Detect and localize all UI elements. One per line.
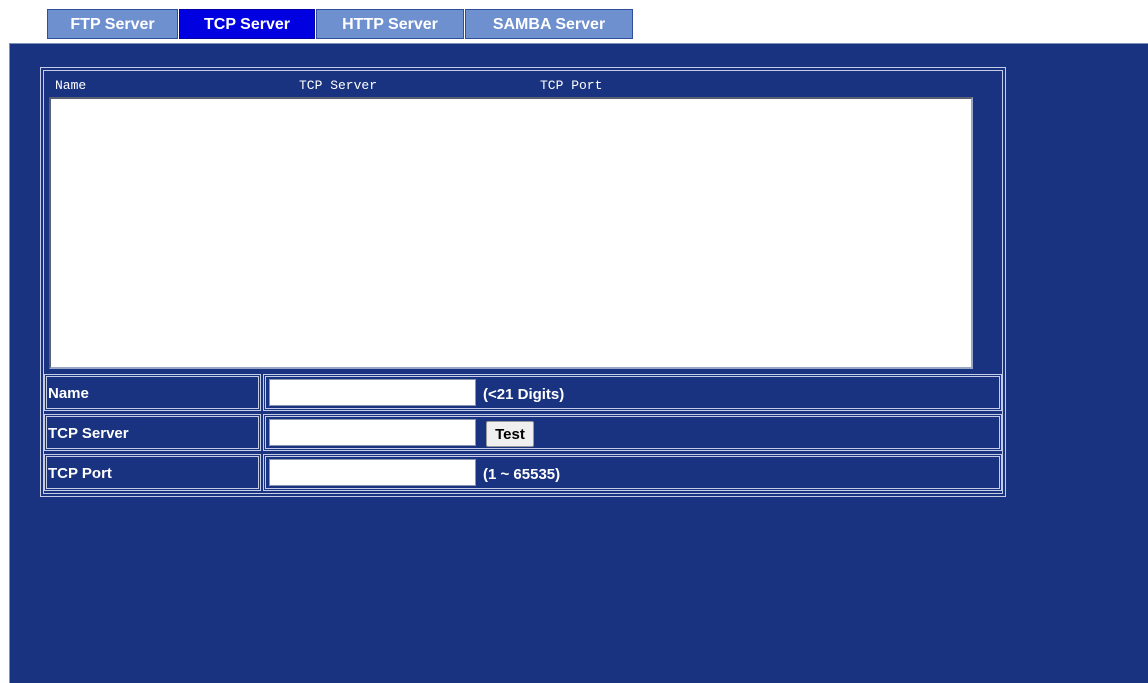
tcp-port-label-cell: TCP Port — [44, 454, 261, 491]
tcp-server-field-cell: Test — [263, 414, 1002, 451]
tab-tcp-server[interactable]: TCP Server — [179, 9, 315, 39]
name-label: Name — [48, 385, 89, 402]
tcp-port-row: TCP Port (1 ~ 65535) — [44, 454, 1002, 491]
name-label-cell: Name — [44, 374, 261, 411]
tab-bar: FTP Server TCP Server HTTP Server SAMBA … — [47, 9, 634, 41]
test-button[interactable]: Test — [486, 421, 534, 447]
tab-ftp-server[interactable]: FTP Server — [47, 9, 178, 39]
name-field-cell: (<21 Digits) — [263, 374, 1002, 411]
tcp-server-label: TCP Server — [48, 425, 129, 442]
tcp-server-row: TCP Server Test — [44, 414, 1002, 451]
tcp-port-field-cell: (1 ~ 65535) — [263, 454, 1002, 491]
tcp-server-input[interactable] — [269, 419, 476, 446]
tcp-port-label: TCP Port — [48, 465, 112, 482]
column-tcp-port-header: TCP Port — [540, 78, 603, 93]
name-input[interactable] — [269, 379, 476, 406]
column-tcp-server-header: TCP Server — [299, 78, 378, 93]
tcp-server-label-cell: TCP Server — [44, 414, 261, 451]
tcp-port-hint: (1 ~ 65535) — [483, 466, 561, 483]
tcp-port-input[interactable] — [269, 459, 476, 486]
tcp-server-list[interactable] — [49, 97, 973, 369]
settings-panel: Name TCP Server TCP Port Name (<21 Digit… — [9, 43, 1148, 683]
column-name-header: Name — [55, 78, 87, 93]
name-hint: (<21 Digits) — [483, 386, 565, 403]
tab-http-server[interactable]: HTTP Server — [316, 9, 464, 39]
tcp-server-table: Name TCP Server TCP Port Name (<21 Digit… — [40, 67, 1006, 497]
list-header: Name TCP Server TCP Port — [55, 78, 975, 96]
name-row: Name (<21 Digits) — [44, 374, 1002, 411]
tab-samba-server[interactable]: SAMBA Server — [465, 9, 633, 39]
